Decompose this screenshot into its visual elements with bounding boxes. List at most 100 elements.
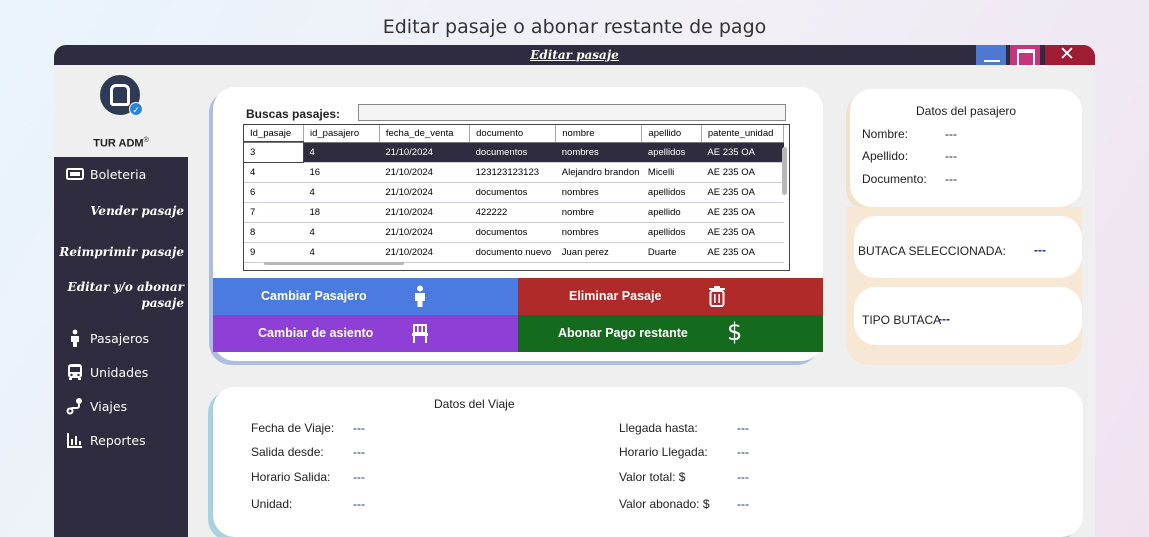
table-cell: Duarte — [641, 242, 702, 263]
sidebar-item-label: Unidades — [90, 365, 149, 380]
table-cell: Juan perez — [555, 242, 642, 263]
search-label: Buscas pasajes: — [246, 107, 341, 121]
table-cell: 18 — [303, 202, 380, 223]
table-cell: nombres — [555, 142, 642, 163]
llegada-value: --- — [737, 421, 749, 435]
minimize-button[interactable] — [976, 45, 1006, 65]
column-header[interactable]: apellido — [641, 125, 702, 143]
table-cell: 123123123123 — [469, 162, 556, 183]
dollar-icon: $ — [727, 318, 743, 346]
table-cell: nombres — [555, 182, 642, 203]
llegada-label: Llegada hasta: — [619, 421, 698, 435]
sidebar-subitem-reimprimir[interactable]: Reimprimir pasaje — [54, 244, 184, 260]
sidebar-item-viajes[interactable]: Viajes — [54, 397, 188, 417]
table-cell: 21/10/2024 — [379, 222, 470, 243]
valor-total-value: --- — [737, 470, 749, 484]
table-cell: 7 — [244, 202, 304, 223]
table-cell: AE 235 OA — [701, 162, 784, 183]
sidebar-subitem-vender[interactable]: Vender pasaje — [54, 203, 184, 219]
horario-salida-label: Horario Salida: — [251, 470, 331, 484]
column-header[interactable]: Id_pasaje — [244, 125, 304, 143]
app-window: Editar pasaje ✓ TUR ADM® Boleteria Vende… — [54, 45, 1095, 537]
maximize-button[interactable] — [1010, 45, 1040, 67]
table-row[interactable]: 4 16 21/10/2024 123123123123 Alejandro brand… — [244, 162, 784, 183]
eliminar-pasaje-button[interactable]: Eliminar Pasaje — [518, 278, 823, 315]
column-header[interactable]: id_pasajero — [303, 125, 380, 143]
abonar-pago-button[interactable]: Abonar Pago restante $ — [518, 315, 823, 352]
table-vertical-scrollbar[interactable] — [782, 143, 787, 253]
viaje-title: Datos del Viaje — [434, 397, 515, 411]
table-cell: apellidos — [641, 182, 702, 203]
valor-total-label: Valor total: $ — [619, 470, 686, 484]
nombre-label: Nombre: — [862, 127, 909, 141]
tipo-butaca-value: --- — [938, 312, 950, 326]
logo: ✓ TUR ADM® — [54, 65, 188, 157]
sidebar-item-label: Pasajeros — [90, 331, 149, 346]
sidebar-item-pasajeros[interactable]: Pasajeros — [54, 329, 188, 349]
sidebar-item-label: Reportes — [90, 433, 146, 448]
nombre-value: --- — [945, 127, 957, 141]
logo-text: TUR ADM® — [93, 137, 149, 150]
column-header[interactable]: patente_unidad — [701, 125, 785, 143]
pasajero-title: Datos del pasajero — [916, 104, 1017, 118]
table-cell: AE 235 OA — [701, 242, 784, 263]
table-cell: 422222 — [469, 202, 556, 223]
table-cell: 3 — [244, 141, 305, 163]
table-cell: 4 — [303, 242, 380, 263]
documento-label: Documento: — [862, 172, 927, 186]
close-button[interactable] — [1045, 45, 1095, 65]
sidebar-item-reportes[interactable]: Reportes — [54, 431, 188, 451]
horario-llegada-label: Horario Llegada: — [619, 445, 708, 459]
sidebar-item-unidades[interactable]: Unidades — [54, 363, 188, 383]
tipo-butaca-label: TIPO BUTACA — [862, 313, 942, 327]
sidebar-subitem-editar-line2: pasaje — [141, 296, 184, 310]
pasajero-card: Datos del pasajero Nombre: --- Apellido:… — [850, 89, 1082, 207]
table-row[interactable]: 8 4 21/10/2024 documentos nombres apellidos AE… — [244, 222, 784, 243]
table-cell: apellidos — [641, 222, 702, 243]
table-row[interactable]: 9 4 21/10/2024 documento nuevo Juan perez Dua… — [244, 242, 784, 263]
butaca-value: --- — [1034, 243, 1046, 257]
cambiar-asiento-button[interactable]: Cambiar de asiento — [213, 315, 518, 352]
salida-label: Salida desde: — [251, 445, 324, 459]
table-cell: AE 235 OA — [701, 202, 784, 223]
table-horizontal-scrollbar[interactable] — [264, 262, 404, 265]
window-title: Editar pasaje — [530, 48, 619, 62]
chart-icon — [67, 433, 82, 448]
pasajes-table[interactable]: Id_pasaje id_pasajero fecha_de_venta doc… — [243, 124, 790, 271]
bus-icon — [68, 364, 82, 380]
cambiar-pasajero-button[interactable]: Cambiar Pasajero — [213, 278, 518, 315]
table-cell: 21/10/2024 — [379, 142, 470, 163]
table-cell: 21/10/2024 — [379, 242, 470, 263]
slide-title: Editar pasaje o abonar restante de pago — [382, 16, 767, 38]
valor-abonado-label: Valor abonado: $ — [619, 497, 710, 511]
table-cell: apellidos — [641, 142, 702, 163]
valor-abonado-value: --- — [737, 497, 749, 511]
table-row[interactable]: 6 4 21/10/2024 documentos nombres apellidos AE… — [244, 182, 784, 203]
button-label: Abonar Pago restante — [558, 326, 688, 340]
table-cell: AE 235 OA — [701, 142, 784, 163]
person-icon — [71, 329, 79, 347]
table-cell: nombre — [555, 202, 642, 223]
column-header[interactable]: nombre — [555, 125, 643, 143]
table-cell: 9 — [244, 242, 304, 263]
table-cell: 4 — [303, 182, 380, 203]
column-header[interactable]: documento — [469, 125, 557, 143]
table-cell: AE 235 OA — [701, 222, 784, 243]
sidebar-item-boleteria[interactable]: Boleteria — [54, 165, 188, 185]
table-row[interactable]: 3 4 21/10/2024 documentos nombres apellidos AE… — [244, 141, 784, 163]
table-cell: documentos — [469, 222, 556, 243]
documento-value: --- — [945, 172, 957, 186]
table-cell: AE 235 OA — [701, 182, 784, 203]
butaca-card: BUTACA SELECCIONADA: --- — [854, 216, 1082, 278]
fecha-value: --- — [353, 421, 365, 435]
tipo-butaca-card: TIPO BUTACA --- — [854, 287, 1082, 345]
sidebar-subitem-editar[interactable]: Editar y/o abonar pasaje — [54, 279, 184, 311]
button-label: Eliminar Pasaje — [569, 289, 662, 303]
table-cell: 6 — [244, 182, 304, 203]
fecha-label: Fecha de Viaje: — [251, 421, 335, 435]
search-input[interactable] — [358, 104, 786, 121]
table-row[interactable]: 7 18 21/10/2024 422222 nombre apellido AE 235 … — [244, 202, 784, 223]
column-header[interactable]: fecha_de_venta — [379, 125, 471, 143]
table-cell: documentos — [469, 182, 556, 203]
table-cell: documentos — [469, 142, 556, 163]
